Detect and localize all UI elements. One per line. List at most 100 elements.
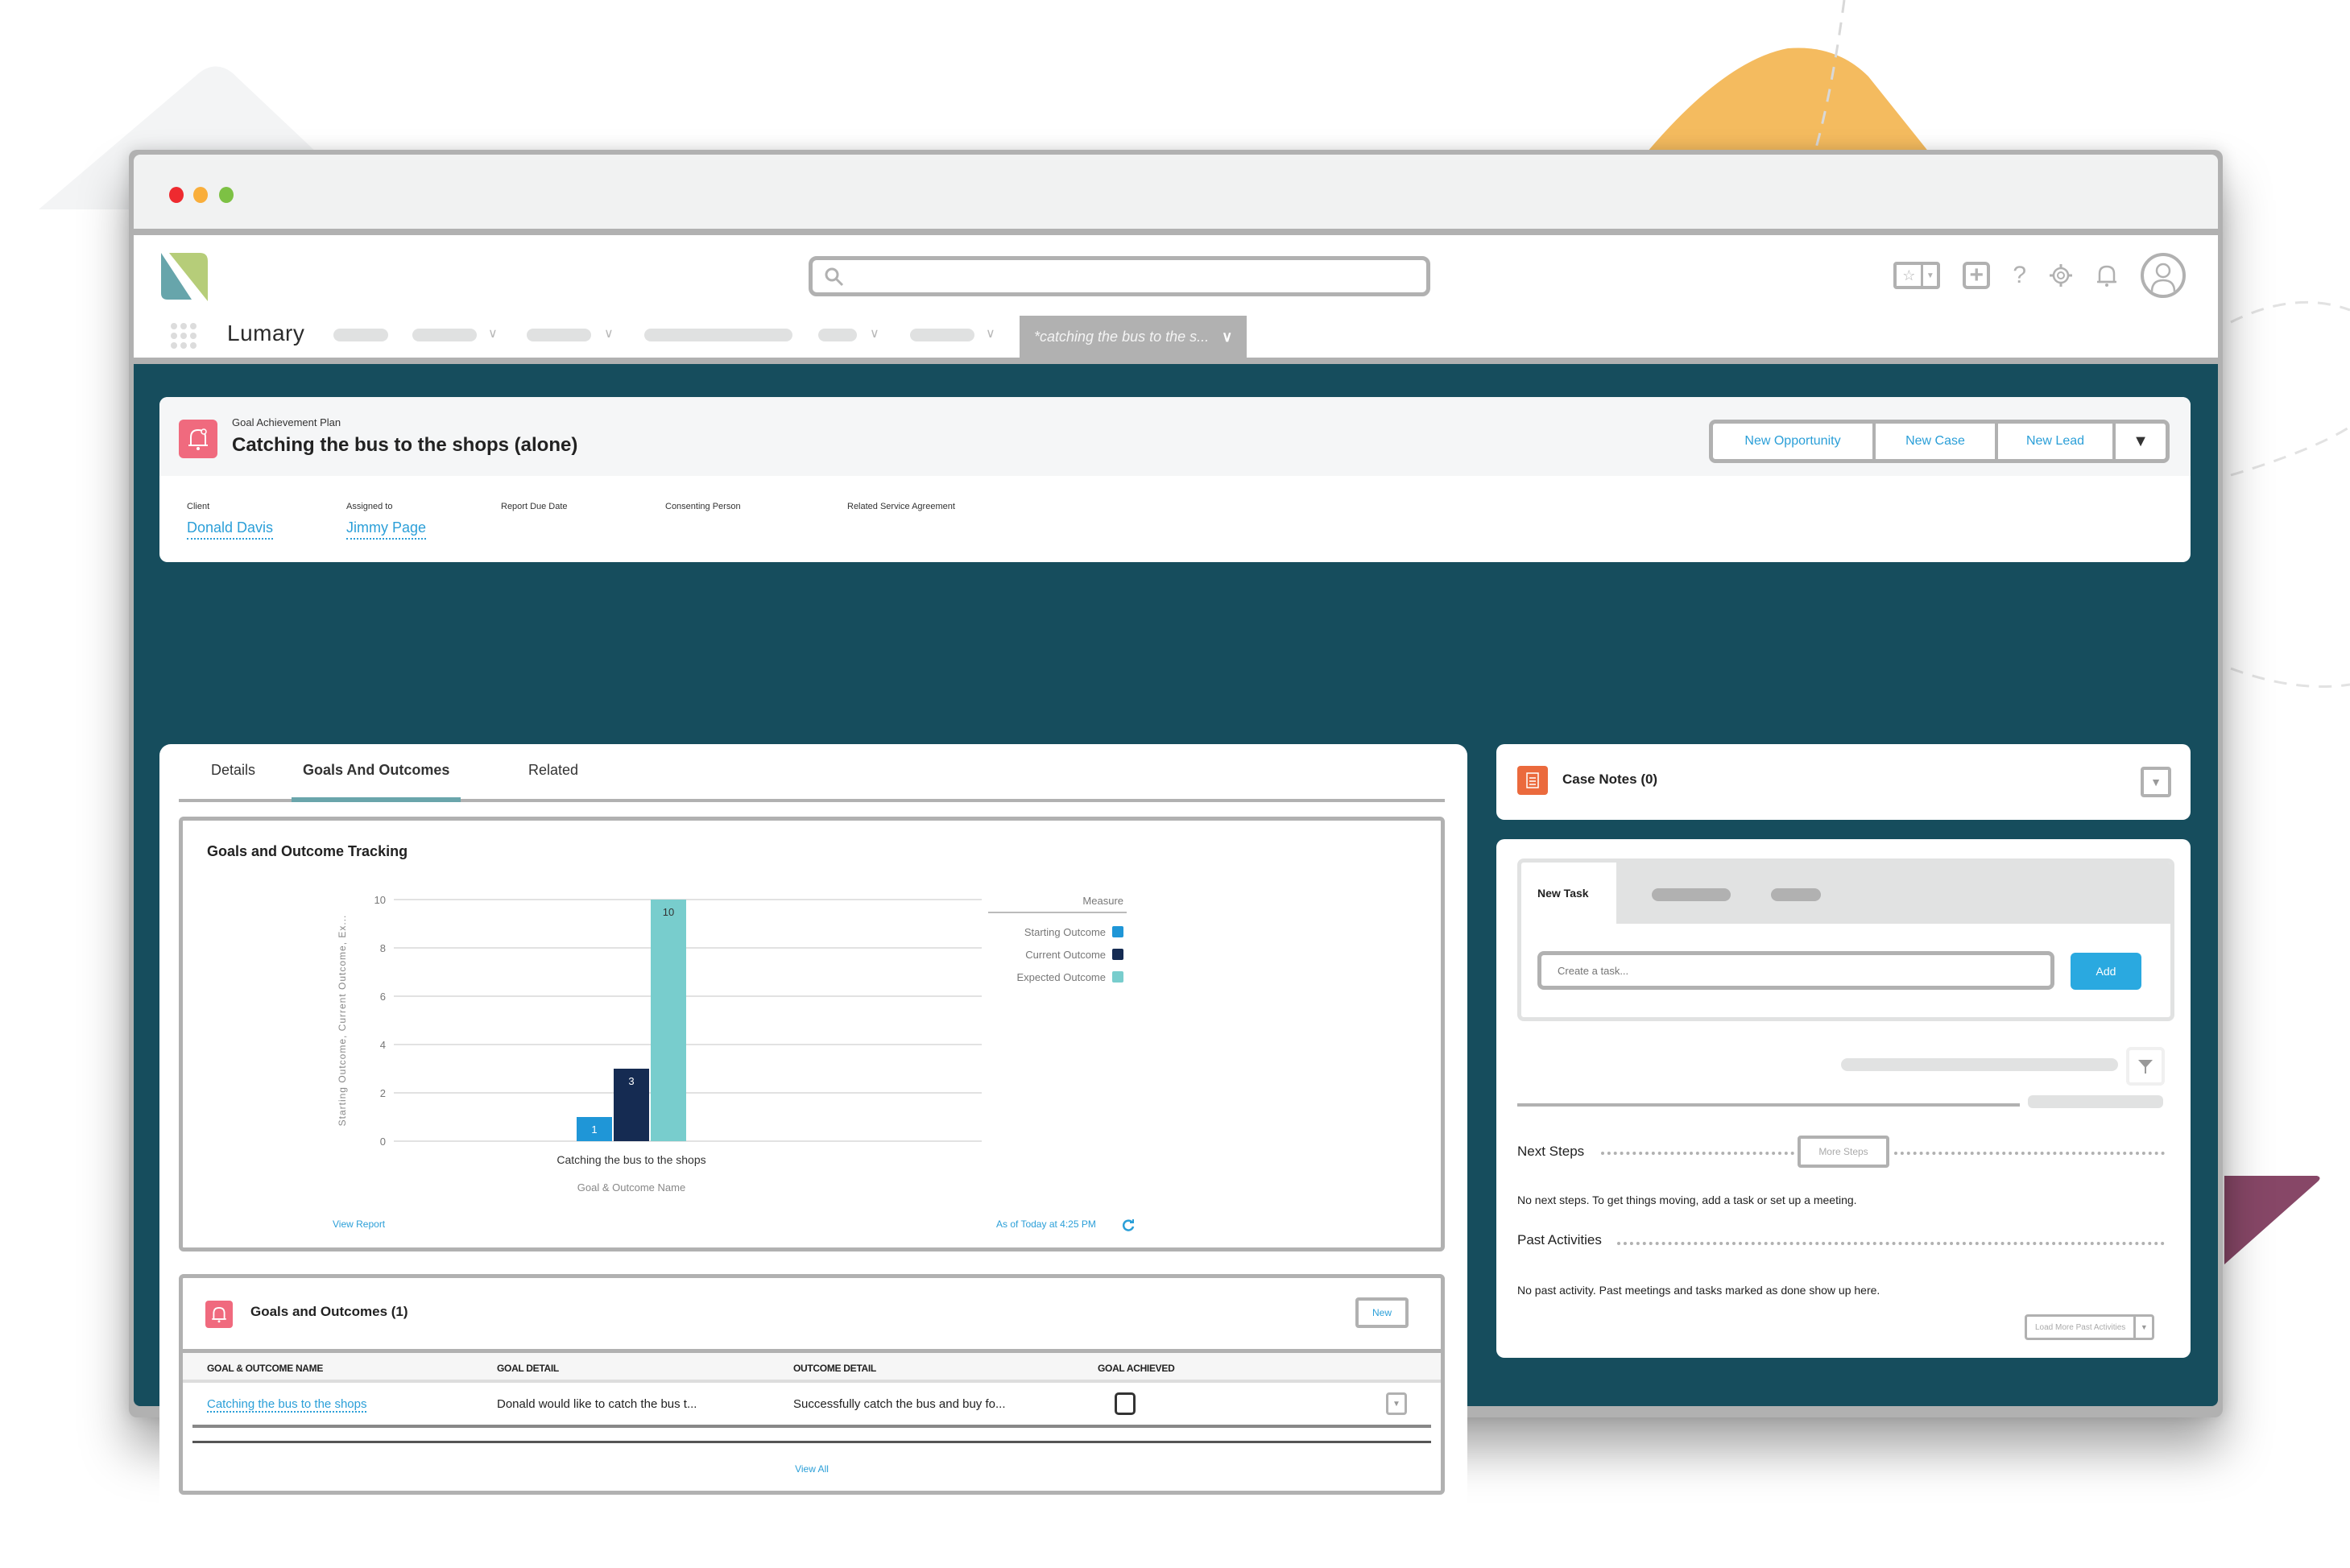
nav-item-placeholder[interactable] [644, 329, 792, 341]
user-avatar-icon[interactable] [2141, 253, 2186, 298]
chevron-down-icon[interactable]: ∨ [986, 325, 995, 341]
navigation-bar: Lumary ∨ ∨ ∨ ∨ *catching the bus to the … [134, 314, 2218, 358]
field-client: Client Donald Davis [187, 502, 274, 540]
load-more-label: Load More Past Activities [2027, 1317, 2137, 1338]
maximize-window-button[interactable] [219, 187, 234, 203]
activity-tab-placeholder[interactable] [1652, 888, 1731, 901]
y-tick-label: 0 [380, 1136, 386, 1148]
view-all-link[interactable]: View All [795, 1463, 829, 1475]
tab-related[interactable]: Related [528, 762, 578, 802]
bar-chart: 0 2 4 6 8 10 Starting Outcome, Current Outcome… [337, 894, 1127, 1194]
minimize-window-button[interactable] [193, 187, 208, 203]
view-report-link[interactable]: View Report [333, 1218, 385, 1230]
bar-data-label: 10 [663, 906, 674, 918]
app-name: Lumary [227, 321, 305, 345]
bar-expected-outcome [651, 900, 686, 1141]
y-tick-label: 2 [380, 1087, 386, 1099]
legend-label: Starting Outcome [1024, 926, 1106, 938]
y-axis-label: Starting Outcome, Current Outcome, Ex... [337, 915, 348, 1127]
bar-data-label: 3 [628, 1075, 634, 1087]
nav-item-placeholder[interactable] [910, 329, 974, 341]
tab-goals-and-outcomes[interactable]: Goals And Outcomes [292, 762, 461, 802]
record-object-type: Goal Achievement Plan [232, 416, 341, 428]
setup-gear-icon[interactable] [2049, 263, 2073, 288]
legend-label: Current Outcome [1025, 949, 1106, 961]
load-more-past-activities-button[interactable]: Load More Past Activities ▼ [2025, 1314, 2155, 1340]
field-label: Assigned to [346, 502, 393, 511]
goal-achieved-checkbox[interactable] [1115, 1392, 1136, 1415]
record-page-body: Goal Achievement Plan Catching the bus t… [134, 364, 2218, 1532]
tab-new-task[interactable]: New Task [1521, 863, 1616, 924]
global-search-input[interactable] [809, 256, 1430, 296]
goals-outcome-tracking-card: Goals and Outcome Tracking 0 2 4 6 8 10 Starti… [179, 817, 1445, 1252]
notifications-bell-icon[interactable] [2096, 263, 2118, 288]
x-tick-label: Catching the bus to the shops [556, 1153, 705, 1166]
activity-composer: New Task Add [1517, 858, 2174, 1021]
column-header[interactable]: GOAL & OUTCOME NAME [207, 1363, 323, 1374]
create-task-input[interactable] [1537, 951, 2054, 990]
case-notes-dropdown[interactable]: ▼ [2141, 767, 2171, 797]
field-label: Report Due Date [501, 502, 568, 511]
nav-item-placeholder[interactable] [818, 329, 857, 341]
past-activities-empty-message: No past activity. Past meetings and task… [1517, 1284, 1880, 1297]
tab-details[interactable]: Details [211, 762, 255, 802]
activity-link-placeholder[interactable] [2028, 1095, 2163, 1108]
new-lead-button[interactable]: New Lead [1998, 424, 2116, 459]
client-link[interactable]: Donald Davis [187, 519, 274, 540]
filter-icon [2138, 1060, 2153, 1074]
more-actions-dropdown[interactable]: ▼ [2116, 424, 2166, 459]
global-add-button[interactable]: + [1963, 262, 1991, 289]
star-icon: ☆ [1902, 267, 1916, 283]
column-header[interactable]: GOAL ACHIEVED [1098, 1363, 1175, 1374]
goal-bell-icon [179, 420, 217, 458]
close-window-button[interactable] [169, 187, 184, 203]
activity-tabs: New Task [1521, 863, 2170, 924]
search-icon [825, 267, 844, 287]
divider-dashed [1601, 1152, 1794, 1155]
column-header[interactable]: GOAL DETAIL [497, 1363, 559, 1374]
chevron-down-icon[interactable]: ▼ [2136, 1317, 2152, 1338]
new-goal-button[interactable]: New [1355, 1297, 1409, 1328]
case-notes-title: Case Notes (0) [1562, 772, 1658, 787]
chevron-down-icon[interactable]: ∨ [604, 325, 614, 341]
activity-tab-placeholder[interactable] [1771, 888, 1821, 901]
divider-dashed [1894, 1152, 2165, 1155]
header-utility-icons: ☆ ▼ + ? [1893, 251, 2186, 300]
filter-button[interactable] [2126, 1047, 2165, 1086]
y-tick-label: 8 [380, 942, 386, 954]
nav-item-placeholder[interactable] [527, 329, 591, 341]
chevron-down-icon[interactable]: ∨ [488, 325, 498, 341]
nav-tab-current-record[interactable]: *catching the bus to the s... ∨ [1020, 316, 1247, 358]
more-steps-button[interactable]: More Steps [1798, 1136, 1889, 1168]
field-label: Client [187, 502, 210, 511]
view-all-container: View All [183, 1463, 1441, 1475]
field-label: Consenting Person [665, 502, 741, 511]
field-consenting-person: Consenting Person [665, 502, 741, 511]
main-content-panel: Details Goals And Outcomes Related Goals… [159, 744, 1467, 1532]
chevron-down-icon[interactable]: ∨ [870, 325, 879, 341]
legend-swatch [1112, 926, 1123, 937]
new-opportunity-button[interactable]: New Opportunity [1713, 424, 1876, 459]
row-actions-dropdown[interactable]: ▼ [1386, 1392, 1407, 1415]
add-task-button[interactable]: Add [2071, 953, 2141, 990]
favorites-button[interactable]: ☆ ▼ [1893, 262, 1941, 289]
app-launcher-icon[interactable] [169, 322, 198, 350]
refresh-icon[interactable] [1122, 1218, 1135, 1231]
chevron-down-icon[interactable]: ∨ [1222, 329, 1232, 345]
help-icon[interactable]: ? [2013, 262, 2026, 289]
new-case-button[interactable]: New Case [1876, 424, 1998, 459]
goals-and-outcomes-related-list: Goals and Outcomes (1) New GOAL & OUTCOM… [179, 1274, 1445, 1495]
nav-item-placeholder[interactable] [333, 329, 388, 341]
case-note-icon [1517, 766, 1548, 795]
record-title: Catching the bus to the shops (alone) [232, 434, 578, 456]
legend-swatch [1112, 949, 1123, 960]
goal-name-link[interactable]: Catching the bus to the shops [207, 1397, 367, 1413]
window-titlebar [134, 155, 2218, 229]
nav-item-placeholder[interactable] [412, 329, 477, 341]
activity-divider [1517, 1103, 2020, 1107]
assigned-to-link[interactable]: Jimmy Page [346, 519, 427, 540]
chevron-down-icon: ▼ [1921, 265, 1937, 286]
legend-label: Expected Outcome [1016, 971, 1106, 983]
background-decoration-purple [2224, 1176, 2320, 1264]
column-header[interactable]: OUTCOME DETAIL [793, 1363, 876, 1374]
